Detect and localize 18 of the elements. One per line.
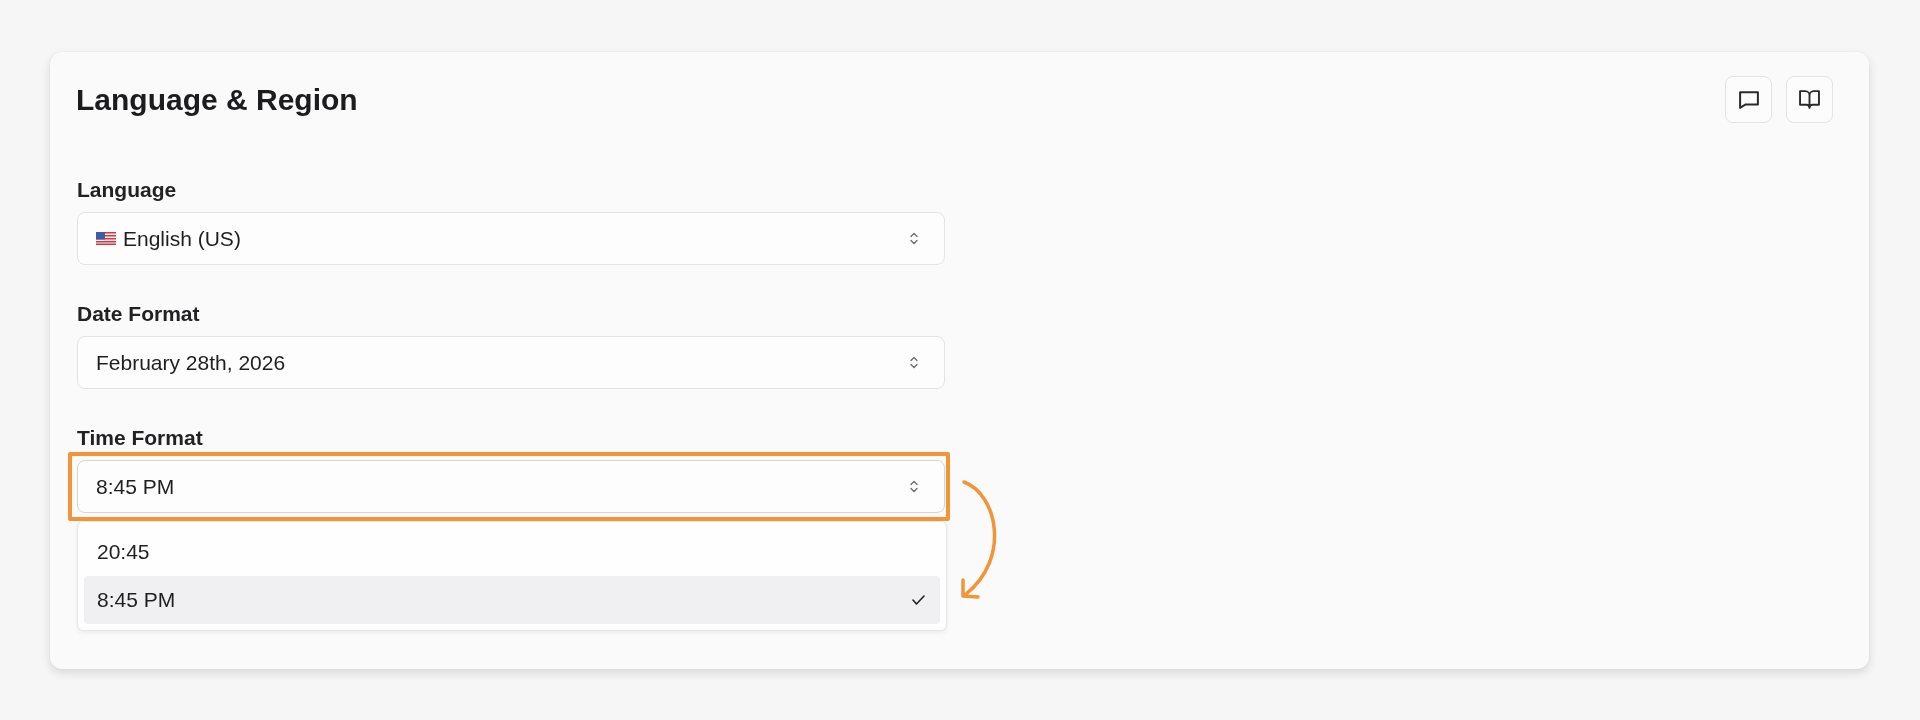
book-icon <box>1799 90 1820 109</box>
select-field[interactable]: 8:45 PM <box>77 460 945 513</box>
select-chevron-icon <box>910 480 918 493</box>
check-icon <box>912 595 925 605</box>
dropdown-option[interactable]: 8:45 PM <box>84 576 940 624</box>
docs-button[interactable] <box>1786 76 1833 123</box>
field-label: Language <box>77 177 177 203</box>
field-label: Date Format <box>77 301 200 327</box>
flag-icon <box>96 232 116 245</box>
dropdown-option[interactable]: 20:45 <box>84 528 940 576</box>
field-label: Time Format <box>77 425 203 451</box>
feedback-button[interactable] <box>1725 76 1772 123</box>
speech-bubble-icon <box>1738 90 1759 109</box>
select-chevron-icon <box>910 356 918 369</box>
select-field[interactable]: February 28th, 2026 <box>77 336 945 389</box>
card-title: Language & Region <box>76 81 358 118</box>
select-field[interactable]: English (US) <box>77 212 945 265</box>
select-chevron-icon <box>910 232 918 245</box>
